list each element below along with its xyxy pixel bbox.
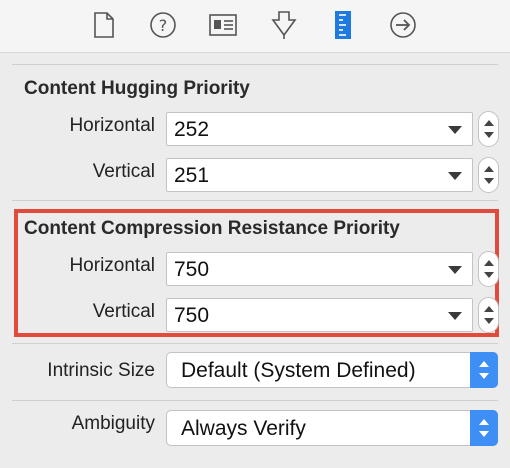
stepper-up-icon[interactable] xyxy=(484,260,494,266)
compression-vertical-stepper[interactable] xyxy=(478,297,499,333)
hugging-horizontal-combo[interactable]: 252 xyxy=(166,112,473,146)
size-ruler-icon[interactable] xyxy=(327,9,359,41)
section-divider xyxy=(12,343,498,344)
ambiguity-value: Always Verify xyxy=(181,417,306,440)
hugging-vertical-stepper[interactable] xyxy=(478,157,499,193)
svg-text:?: ? xyxy=(159,16,168,35)
chevron-down-icon[interactable] xyxy=(448,172,462,180)
attributes-icon[interactable] xyxy=(268,9,300,41)
compression-vertical-value: 750 xyxy=(174,304,210,327)
compression-vertical-combo[interactable]: 750 xyxy=(166,298,473,332)
compression-horizontal-value: 750 xyxy=(174,258,210,281)
compression-vertical-label: Vertical xyxy=(92,301,155,322)
connections-arrow-icon[interactable] xyxy=(387,9,419,41)
stepper-up-icon[interactable] xyxy=(484,120,494,126)
hugging-vertical-value: 251 xyxy=(174,164,210,187)
compression-horizontal-stepper[interactable] xyxy=(478,251,499,287)
stepper-down-icon[interactable] xyxy=(484,178,494,184)
chevron-down-icon[interactable] xyxy=(448,126,462,134)
identity-icon[interactable] xyxy=(207,9,239,41)
section-divider xyxy=(12,400,498,401)
intrinsic-size-label: Intrinsic Size xyxy=(47,360,155,381)
ambiguity-popup[interactable]: Always Verify xyxy=(166,410,498,446)
hugging-vertical-combo[interactable]: 251 xyxy=(166,158,473,192)
file-icon[interactable] xyxy=(88,9,120,41)
compression-horizontal-combo[interactable]: 750 xyxy=(166,252,473,286)
stepper-up-icon[interactable] xyxy=(484,306,494,312)
intrinsic-size-value: Default (System Defined) xyxy=(181,359,416,382)
hugging-vertical-label: Vertical xyxy=(92,161,155,182)
chevron-down-icon[interactable] xyxy=(448,266,462,274)
section-divider xyxy=(12,64,498,65)
stepper-up-icon[interactable] xyxy=(484,166,494,172)
inspector-toolbar: ? xyxy=(0,0,510,52)
stepper-down-icon[interactable] xyxy=(484,132,494,138)
popup-updown-icon[interactable] xyxy=(470,352,498,388)
help-icon[interactable]: ? xyxy=(147,9,179,41)
stepper-down-icon[interactable] xyxy=(484,272,494,278)
hugging-horizontal-stepper[interactable] xyxy=(478,111,499,147)
stepper-down-icon[interactable] xyxy=(484,318,494,324)
compression-horizontal-label: Horizontal xyxy=(69,255,155,276)
hugging-section-title: Content Hugging Priority xyxy=(24,78,250,99)
popup-updown-icon[interactable] xyxy=(470,410,498,446)
ambiguity-label: Ambiguity xyxy=(71,413,155,434)
hugging-horizontal-label: Horizontal xyxy=(69,115,155,136)
chevron-down-icon[interactable] xyxy=(448,312,462,320)
compression-section-title: Content Compression Resistance Priority xyxy=(24,218,400,239)
hugging-horizontal-value: 252 xyxy=(174,118,210,141)
section-divider xyxy=(12,200,498,201)
intrinsic-size-popup[interactable]: Default (System Defined) xyxy=(166,352,498,388)
toolbar-divider xyxy=(0,52,510,53)
